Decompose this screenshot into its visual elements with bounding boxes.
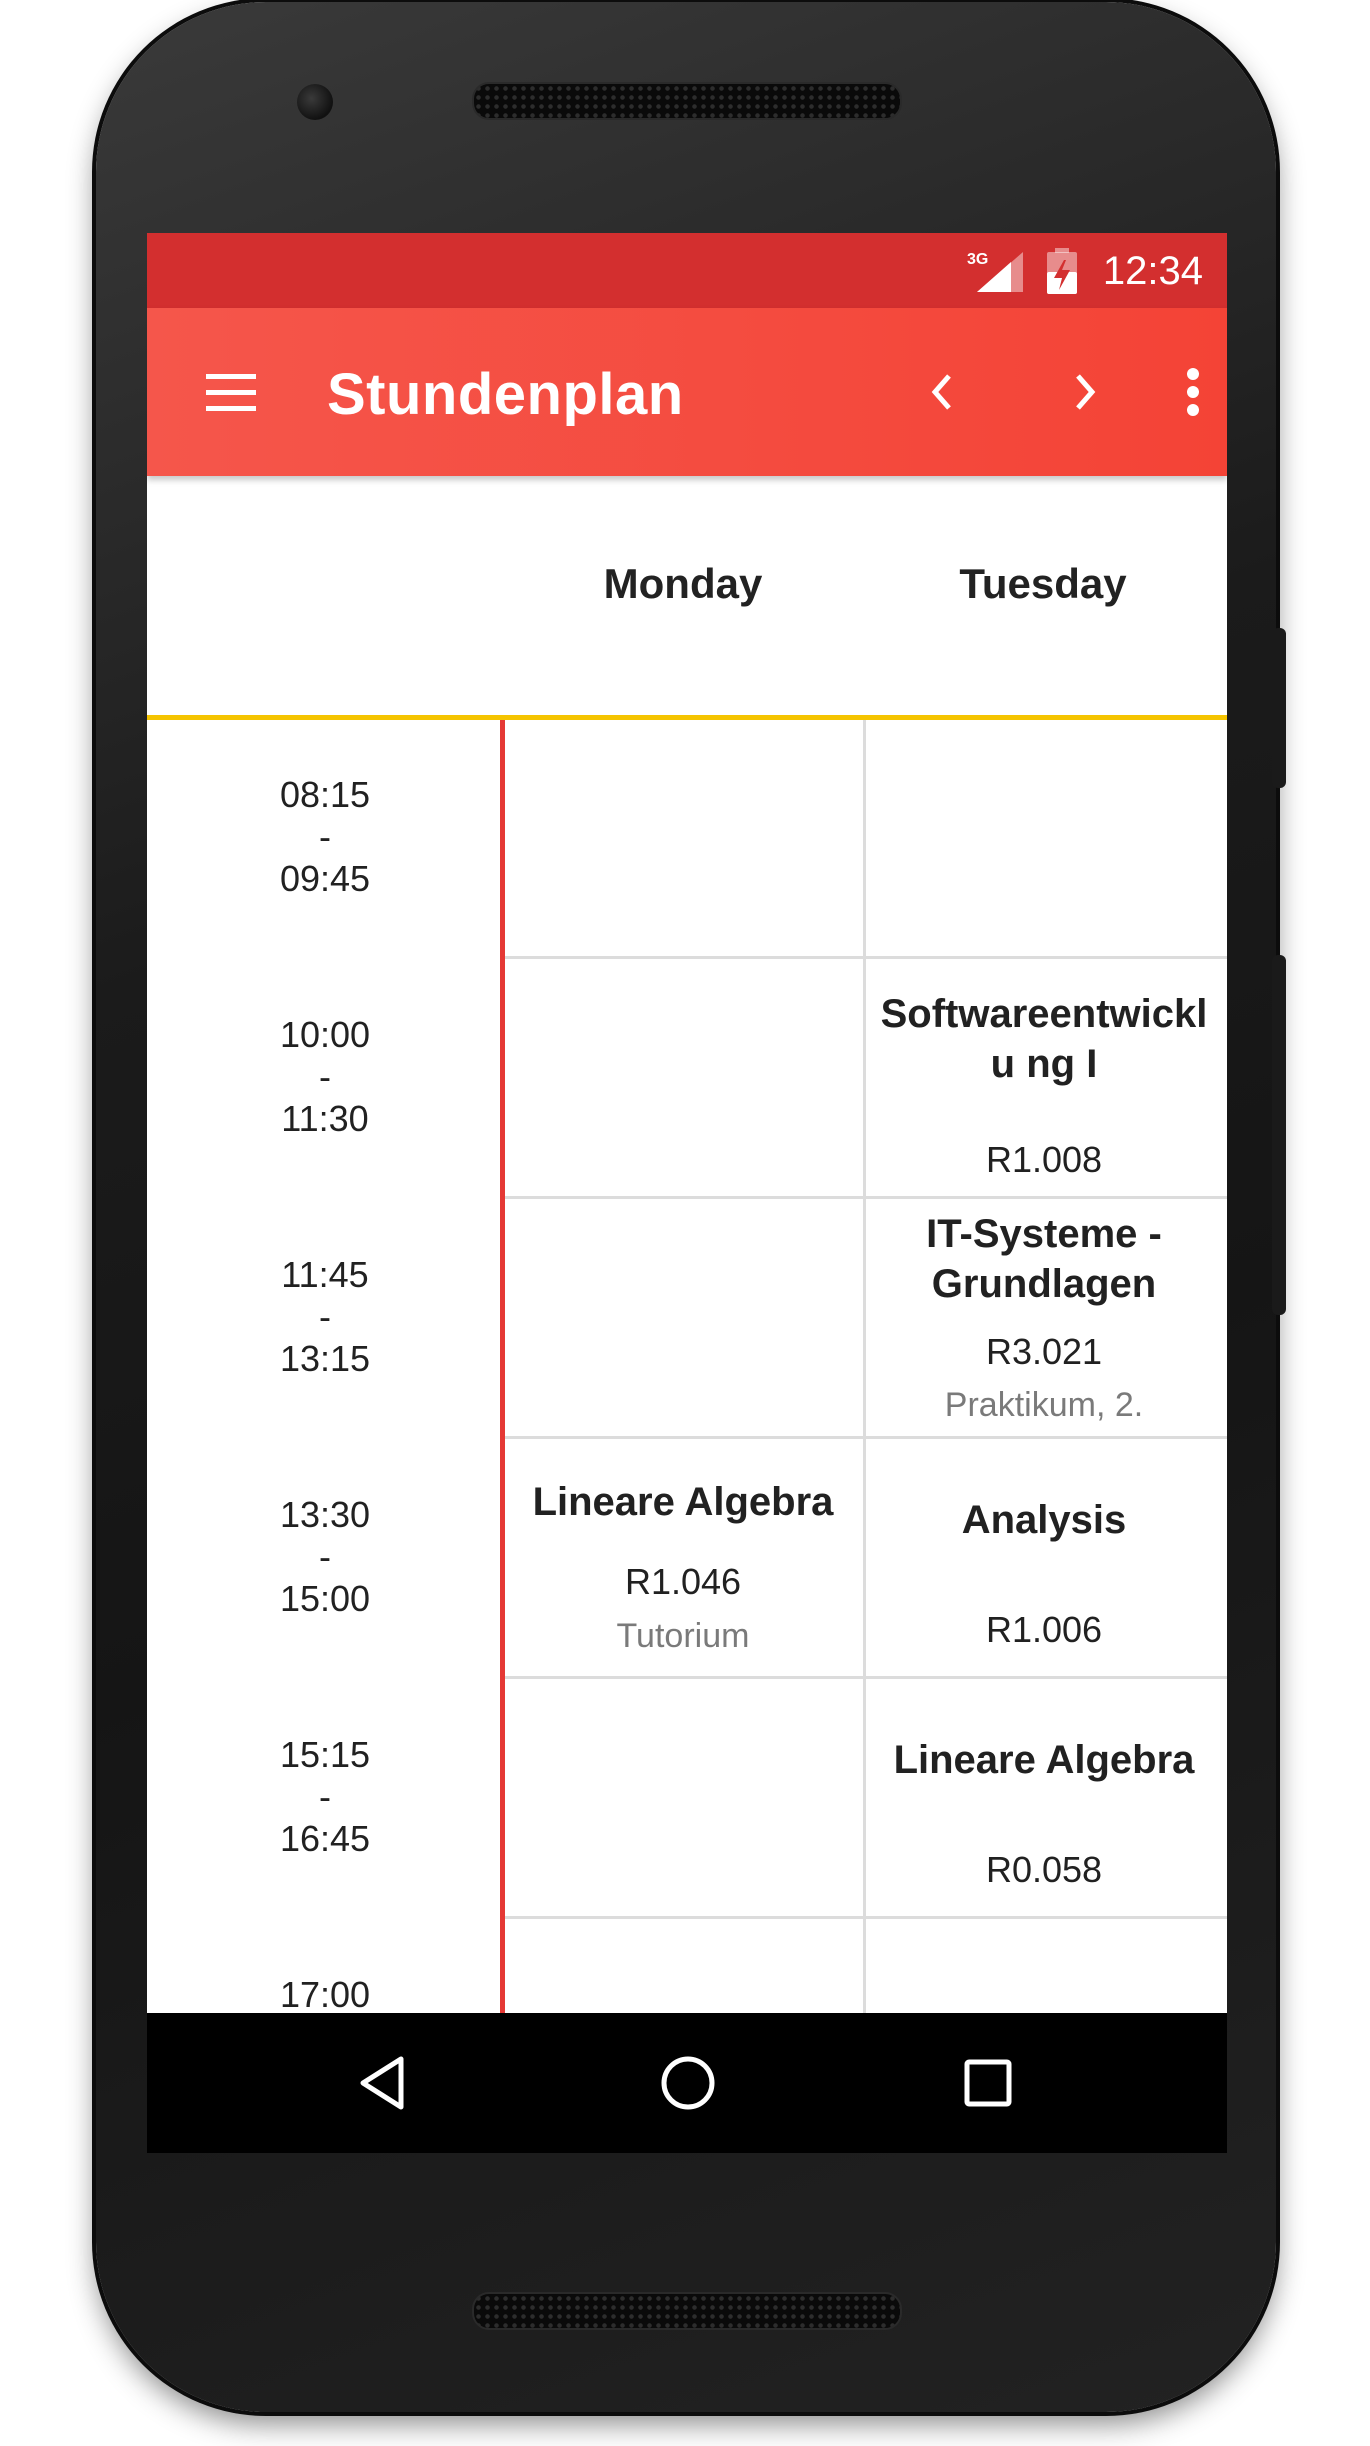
nav-home-button[interactable] xyxy=(628,2033,748,2133)
timeslot-label: 17:00 xyxy=(147,1974,503,2016)
course-name: IT-Systeme - Grundlagen xyxy=(926,1212,1162,1306)
slot-start: 08:15 xyxy=(279,774,371,815)
timeslot-label: 10:00 - 11:30 xyxy=(147,1014,503,1140)
more-vert-icon xyxy=(1187,368,1199,416)
timetable-grid: 08:15 - 09:45 10:00 - 11:30 11:45 - 13:1… xyxy=(147,720,1227,2020)
app-toolbar: Stundenplan xyxy=(147,308,1227,476)
home-icon xyxy=(661,2056,715,2110)
back-icon xyxy=(360,2056,404,2110)
course-name: Softwareentwicklu ng I xyxy=(880,992,1208,1086)
course-room: R1.008 xyxy=(985,1139,1103,1180)
course-room: R3.021 xyxy=(985,1331,1103,1372)
next-week-button[interactable] xyxy=(1031,338,1139,446)
course-cell-monday-1330[interactable]: Lineare Algebra R1.046 Tutorium xyxy=(505,1439,861,1675)
course-type: Praktikum, 2. xyxy=(944,1386,1144,1424)
timeslot-label: 11:45 - 13:15 xyxy=(147,1254,503,1380)
course-cell-tuesday-1145[interactable]: IT-Systeme - Grundlagen R3.021 Praktikum… xyxy=(866,1199,1222,1435)
slot-separator: - xyxy=(319,1296,331,1337)
volume-rocker xyxy=(1272,955,1286,1315)
course-cell-tuesday-1330[interactable]: Analysis R1.006 xyxy=(866,1439,1222,1675)
slot-start: 11:45 xyxy=(281,1254,369,1295)
slot-end: 16:45 xyxy=(279,1818,371,1859)
row-divider xyxy=(505,1916,1227,1919)
day-header-tuesday: Tuesday xyxy=(959,560,1127,607)
course-room: R1.046 xyxy=(624,1561,742,1602)
screen: 3G 12:34 Stundenplan Monday Tuesday 08:1… xyxy=(147,233,1227,2153)
course-room: R0.058 xyxy=(985,1849,1103,1890)
slot-end: 13:15 xyxy=(279,1338,371,1379)
chevron-right-icon xyxy=(1076,374,1096,410)
top-speaker-grille xyxy=(472,82,902,120)
slot-separator: - xyxy=(319,816,331,857)
nav-recents-button[interactable] xyxy=(928,2033,1048,2133)
network-type-label: 3G xyxy=(967,251,988,268)
chevron-left-icon xyxy=(931,374,951,410)
signal-icon: 3G xyxy=(967,248,1027,299)
status-bar: 3G 12:34 xyxy=(147,233,1227,308)
slot-start: 15:15 xyxy=(279,1734,371,1775)
course-name: Lineare Algebra xyxy=(532,1480,834,1524)
previous-week-button[interactable] xyxy=(888,338,996,446)
slot-end: 15:00 xyxy=(279,1578,371,1619)
nav-back-button[interactable] xyxy=(323,2033,443,2133)
timeslot-label: 15:15 - 16:45 xyxy=(147,1734,503,1860)
slot-start: 10:00 xyxy=(279,1014,371,1055)
timeslot-label: 08:15 - 09:45 xyxy=(147,774,503,900)
recents-icon xyxy=(964,2059,1012,2107)
slot-end: 09:45 xyxy=(279,858,371,899)
course-name: Analysis xyxy=(961,1498,1127,1542)
overflow-menu-button[interactable] xyxy=(1163,338,1223,446)
day-header-row: Monday Tuesday xyxy=(147,476,1227,720)
system-nav-bar xyxy=(147,2013,1227,2153)
toolbar-title: Stundenplan xyxy=(327,362,684,427)
slot-start: 17:00 xyxy=(279,1974,371,2015)
slot-start: 13:30 xyxy=(279,1494,371,1535)
bottom-speaker-grille xyxy=(472,2292,902,2330)
slot-separator: - xyxy=(319,1536,331,1577)
slot-end: 11:30 xyxy=(281,1098,369,1139)
battery-icon xyxy=(1045,248,1079,299)
course-room: R1.006 xyxy=(985,1609,1103,1650)
course-cell-tuesday-1000[interactable]: Softwareentwicklu ng I R1.008 xyxy=(866,959,1222,1195)
menu-icon xyxy=(206,374,256,411)
status-time: 12:34 xyxy=(1102,249,1203,293)
day-header-monday: Monday xyxy=(603,560,763,607)
front-camera xyxy=(297,84,333,120)
power-button xyxy=(1272,628,1286,788)
course-cell-tuesday-1515[interactable]: Lineare Algebra R0.058 xyxy=(866,1679,1222,1915)
course-type: Tutorium xyxy=(616,1617,750,1655)
slot-separator: - xyxy=(319,1776,331,1817)
menu-button[interactable] xyxy=(177,338,285,446)
slot-separator: - xyxy=(319,1056,331,1097)
course-name: Lineare Algebra xyxy=(893,1738,1195,1782)
timeslot-label: 13:30 - 15:00 xyxy=(147,1494,503,1620)
